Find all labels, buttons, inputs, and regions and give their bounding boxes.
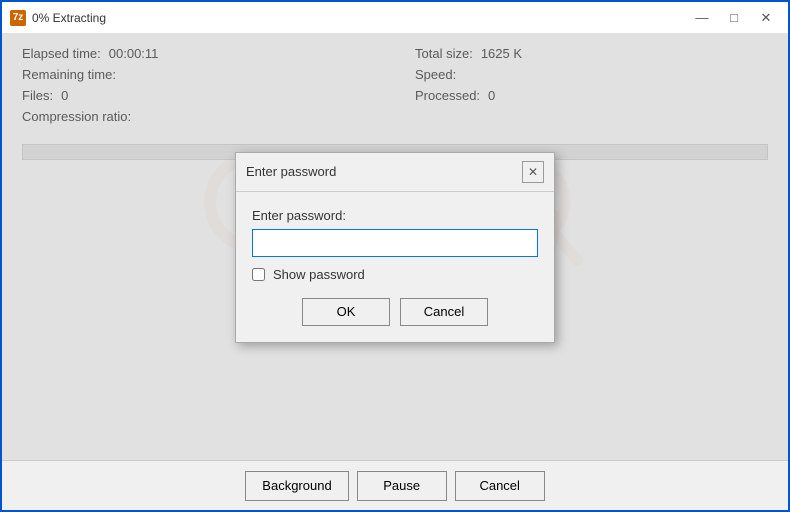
show-password-label[interactable]: Show password	[273, 267, 365, 282]
close-button[interactable]: ✕	[752, 7, 780, 29]
dialog-close-button[interactable]: ✕	[522, 161, 544, 183]
dialog-body: Enter password: Show password OK Cancel	[236, 192, 554, 342]
app-icon: 7z	[10, 10, 26, 26]
show-password-checkbox[interactable]	[252, 268, 265, 281]
window-title: 0% Extracting	[32, 11, 688, 25]
pause-button[interactable]: Pause	[357, 471, 447, 501]
password-dialog: Enter password ✕ Enter password: Show pa…	[235, 152, 555, 343]
title-bar: 7z 0% Extracting — □ ✕	[2, 2, 788, 34]
modal-overlay: Enter password ✕ Enter password: Show pa…	[2, 34, 788, 460]
ok-button[interactable]: OK	[302, 298, 390, 326]
cancel-button[interactable]: Cancel	[400, 298, 488, 326]
show-password-row: Show password	[252, 267, 538, 282]
main-window: 7z 0% Extracting — □ ✕ ristum	[0, 0, 790, 512]
password-label: Enter password:	[252, 208, 538, 223]
dialog-buttons: OK Cancel	[252, 298, 538, 330]
password-input[interactable]	[252, 229, 538, 257]
background-button[interactable]: Background	[245, 471, 348, 501]
bottom-bar: Background Pause Cancel	[2, 460, 788, 510]
window-controls: — □ ✕	[688, 7, 780, 29]
content-area: ristum Elapsed time: 00:00:11 Total size…	[2, 34, 788, 460]
minimize-button[interactable]: —	[688, 7, 716, 29]
dialog-title-bar: Enter password ✕	[236, 153, 554, 192]
maximize-button[interactable]: □	[720, 7, 748, 29]
cancel-button[interactable]: Cancel	[455, 471, 545, 501]
dialog-title: Enter password	[246, 164, 336, 179]
